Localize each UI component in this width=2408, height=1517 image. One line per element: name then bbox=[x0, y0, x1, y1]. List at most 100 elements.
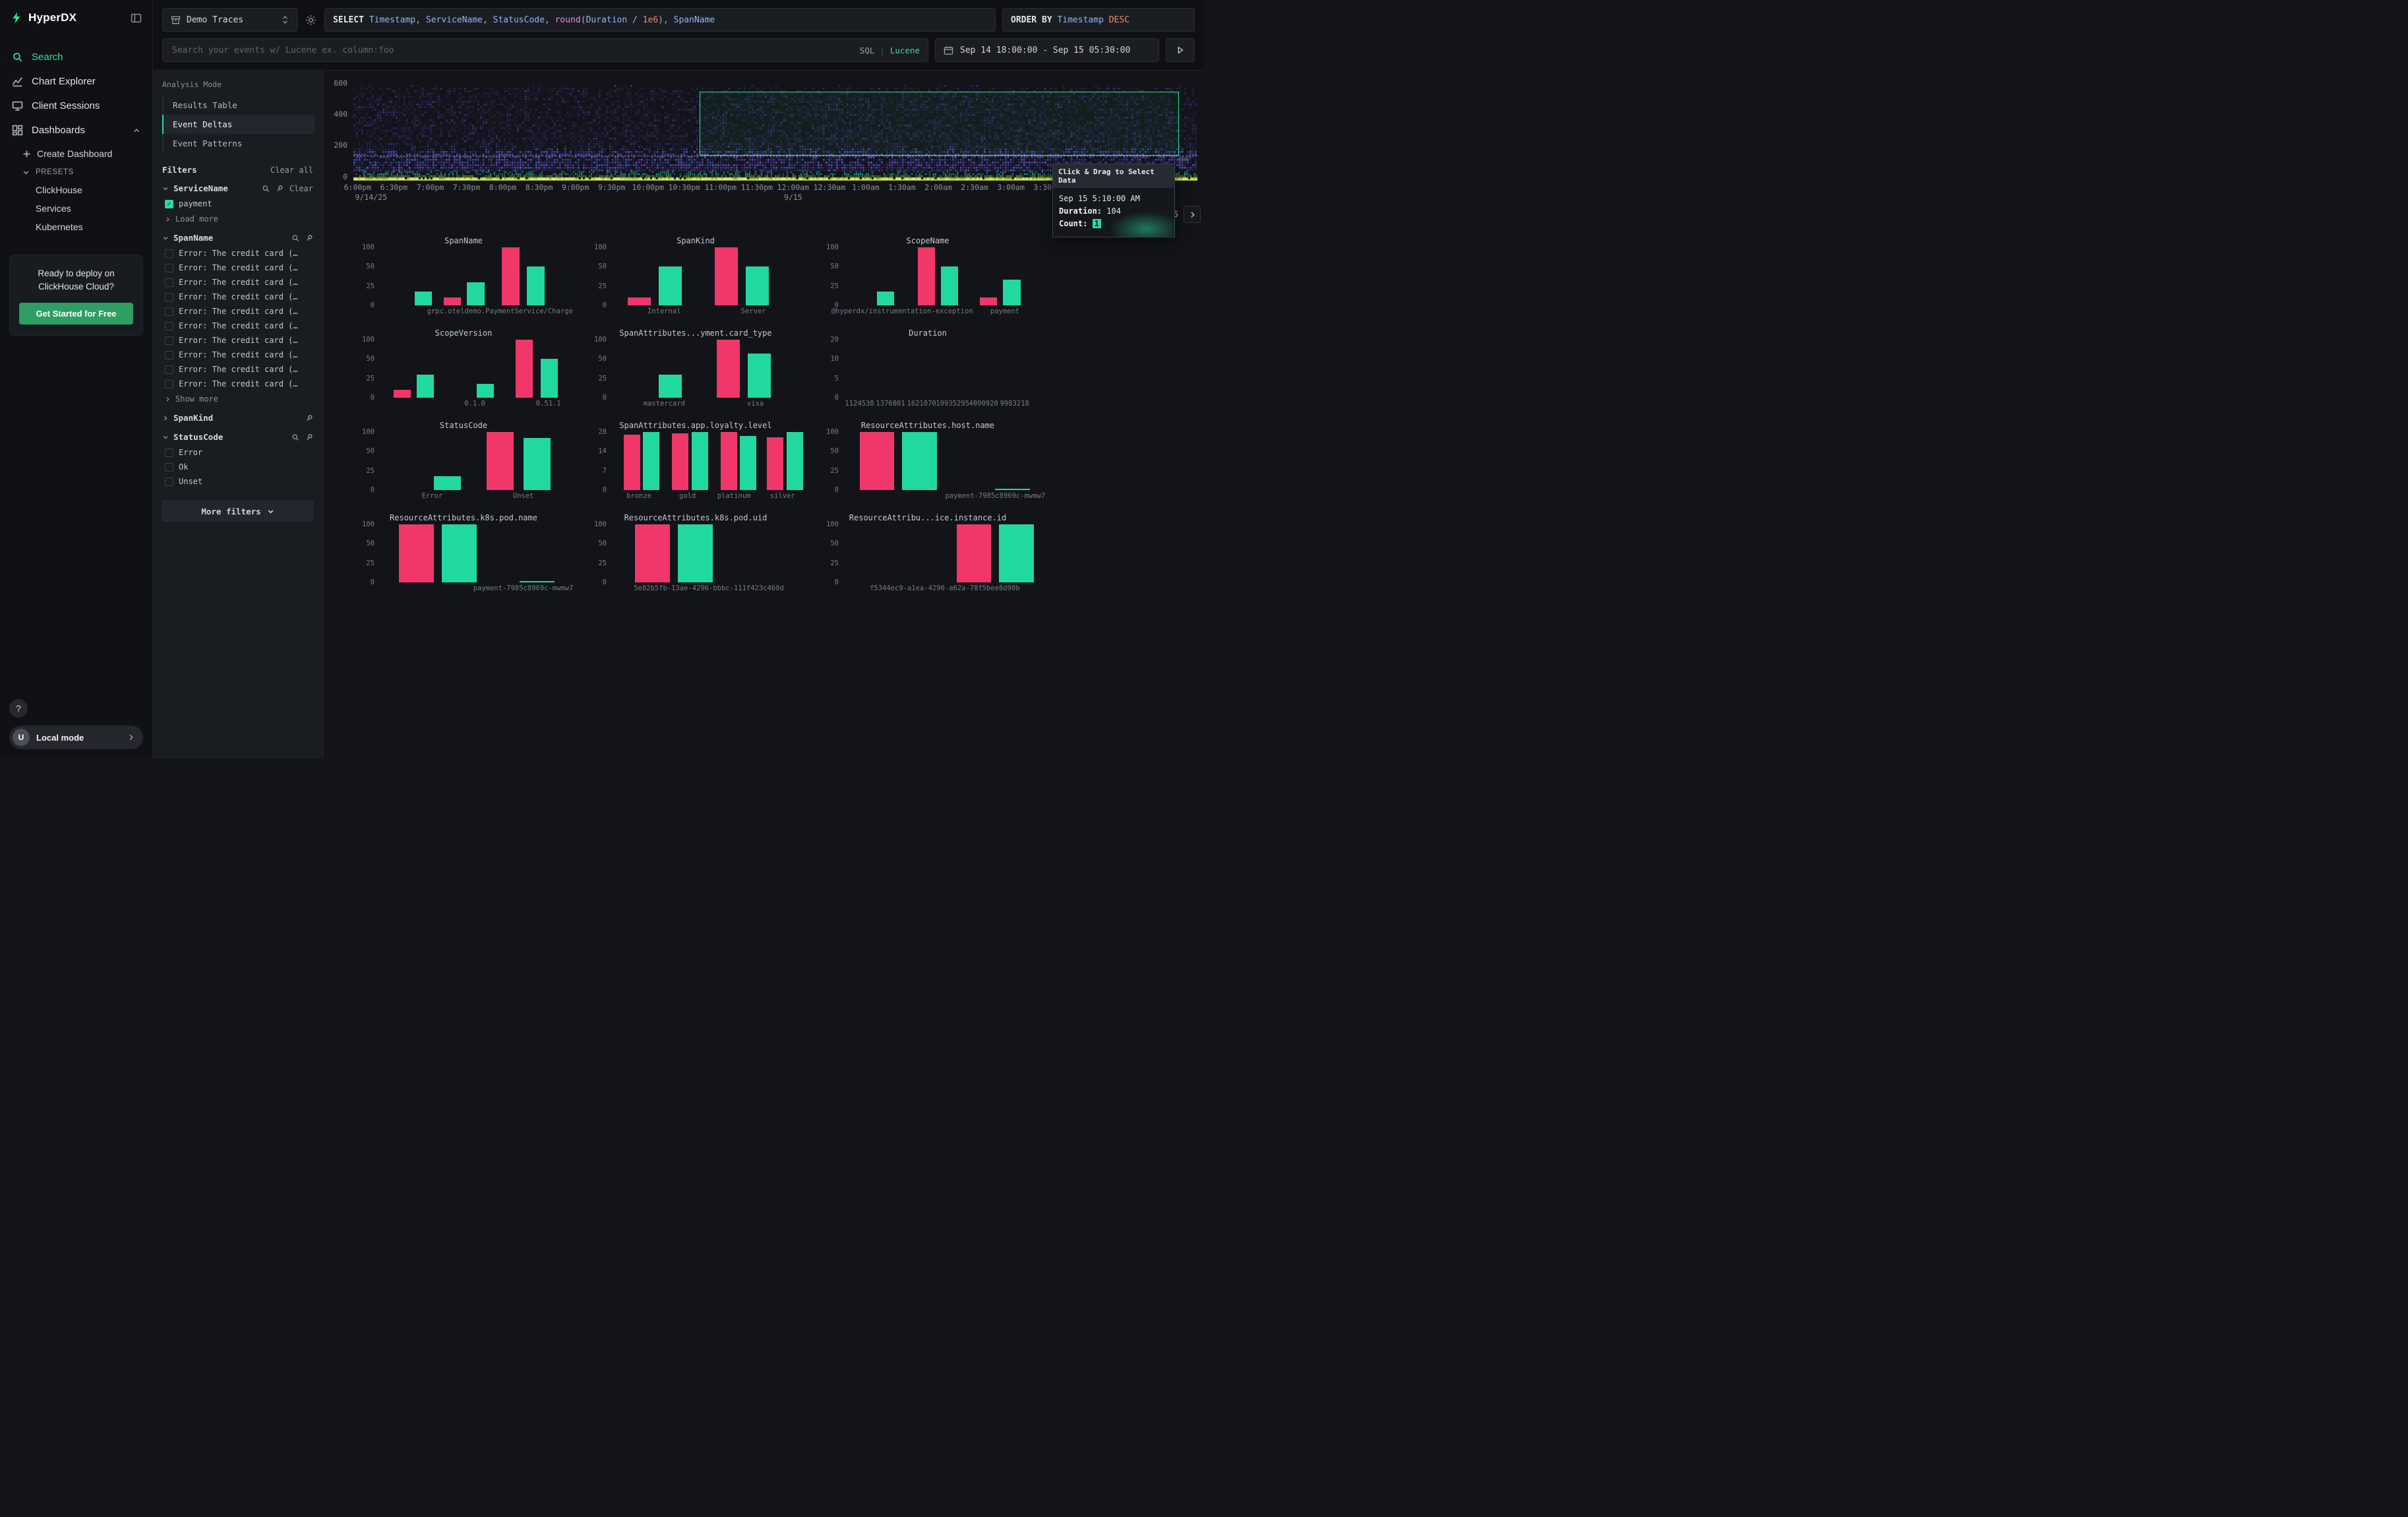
bar[interactable] bbox=[417, 375, 434, 398]
bar[interactable] bbox=[721, 432, 737, 490]
sidebar-item-dashboards[interactable]: Dashboards bbox=[0, 118, 152, 142]
bar[interactable] bbox=[787, 432, 803, 490]
sidebar-item-clickhouse[interactable]: ClickHouse bbox=[16, 181, 152, 199]
filter-option[interactable]: Error bbox=[161, 445, 315, 460]
filter-option[interactable]: Error: The credit card (… bbox=[161, 290, 315, 304]
filter-option[interactable]: Error: The credit card (… bbox=[161, 377, 315, 391]
sidebar-item-kubernetes[interactable]: Kubernetes bbox=[16, 218, 152, 236]
bar[interactable] bbox=[434, 476, 461, 490]
filter-option[interactable]: Error: The credit card (… bbox=[161, 275, 315, 290]
search-icon[interactable] bbox=[291, 234, 299, 242]
bar[interactable] bbox=[717, 340, 740, 398]
sidebar-item-client-sessions[interactable]: Client Sessions bbox=[0, 94, 152, 118]
clear-all-button[interactable]: Clear all bbox=[270, 166, 313, 175]
checkbox[interactable] bbox=[165, 264, 173, 272]
bar[interactable] bbox=[659, 375, 682, 398]
bar[interactable] bbox=[415, 292, 432, 305]
filter-option[interactable]: Error: The credit card (… bbox=[161, 362, 315, 377]
sidebar-item-services[interactable]: Services bbox=[16, 199, 152, 218]
bar[interactable] bbox=[748, 354, 771, 398]
gear-icon[interactable] bbox=[304, 15, 318, 26]
bar[interactable] bbox=[877, 292, 894, 305]
bar[interactable] bbox=[1003, 280, 1020, 305]
checkbox[interactable] bbox=[165, 293, 173, 301]
checkbox[interactable] bbox=[165, 307, 173, 316]
checkbox[interactable] bbox=[165, 478, 173, 486]
bar[interactable] bbox=[628, 297, 651, 305]
filter-option[interactable]: Error: The credit card (… bbox=[161, 333, 315, 348]
bar[interactable] bbox=[624, 435, 640, 490]
bar[interactable] bbox=[941, 266, 958, 305]
tab-event-patterns[interactable]: Event Patterns bbox=[164, 134, 315, 153]
bar[interactable] bbox=[902, 432, 937, 490]
next-page-button[interactable] bbox=[1184, 206, 1201, 223]
checkbox[interactable] bbox=[165, 463, 173, 472]
sidebar-collapse-icon[interactable] bbox=[131, 13, 142, 24]
tab-event-deltas[interactable]: Event Deltas bbox=[162, 115, 315, 134]
bar[interactable] bbox=[467, 282, 484, 305]
bar[interactable] bbox=[516, 340, 533, 398]
lucene-mode-toggle[interactable]: Lucene bbox=[890, 46, 920, 55]
bar[interactable] bbox=[715, 247, 738, 305]
run-query-button[interactable] bbox=[1166, 38, 1195, 62]
pin-icon[interactable] bbox=[305, 433, 313, 441]
filter-option[interactable]: Error: The credit card (… bbox=[161, 319, 315, 333]
checkbox[interactable] bbox=[165, 249, 173, 258]
filter-option[interactable]: Error: The credit card (… bbox=[161, 261, 315, 275]
bar[interactable] bbox=[487, 432, 514, 490]
filter-group-spankind-header[interactable]: SpanKind bbox=[161, 407, 315, 426]
bar[interactable] bbox=[444, 297, 461, 305]
bar[interactable] bbox=[767, 437, 783, 490]
bar[interactable] bbox=[635, 524, 670, 582]
clear-filter-button[interactable]: Clear bbox=[289, 184, 313, 193]
checkbox[interactable] bbox=[165, 380, 173, 388]
bar[interactable] bbox=[659, 266, 682, 305]
sidebar-item-chart-explorer[interactable]: Chart Explorer bbox=[0, 69, 152, 94]
filter-option[interactable]: Unset bbox=[161, 474, 315, 489]
filter-group-servicename-header[interactable]: ServiceName Clear bbox=[161, 177, 315, 197]
bar[interactable] bbox=[643, 432, 659, 490]
bar[interactable] bbox=[740, 436, 756, 490]
filter-option[interactable]: Error: The credit card (… bbox=[161, 246, 315, 261]
checkbox[interactable] bbox=[165, 278, 173, 287]
bar[interactable] bbox=[399, 524, 434, 582]
bar[interactable] bbox=[477, 384, 494, 398]
bar[interactable] bbox=[672, 433, 688, 490]
bar[interactable] bbox=[980, 297, 997, 305]
order-by-input[interactable]: ORDER BY Timestamp DESC bbox=[1002, 8, 1195, 32]
checkbox[interactable] bbox=[165, 336, 173, 345]
get-started-button[interactable]: Get Started for Free bbox=[19, 303, 133, 325]
bar[interactable] bbox=[527, 266, 544, 305]
bar[interactable] bbox=[692, 432, 708, 490]
bar[interactable] bbox=[394, 390, 411, 398]
tab-results-table[interactable]: Results Table bbox=[164, 96, 315, 115]
bar[interactable] bbox=[860, 432, 895, 490]
local-mode-menu[interactable]: U Local mode bbox=[9, 726, 143, 749]
selection-handle[interactable] bbox=[1178, 158, 1188, 161]
filter-group-spanname-header[interactable]: SpanName bbox=[161, 227, 315, 246]
filter-option[interactable]: Error: The credit card (… bbox=[161, 348, 315, 362]
more-filters-button[interactable]: More filters bbox=[162, 501, 313, 522]
bar[interactable] bbox=[524, 438, 551, 490]
sql-mode-toggle[interactable]: SQL bbox=[860, 46, 875, 55]
selection-rectangle[interactable] bbox=[700, 92, 1179, 156]
search-icon[interactable] bbox=[262, 185, 270, 193]
filter-group-statuscode-header[interactable]: StatusCode bbox=[161, 426, 315, 445]
sql-select-input[interactable]: SELECT Timestamp, ServiceName, StatusCod… bbox=[324, 8, 996, 32]
search-icon[interactable] bbox=[291, 433, 299, 441]
bar[interactable] bbox=[746, 266, 769, 305]
bar[interactable] bbox=[678, 524, 713, 582]
pin-icon[interactable] bbox=[305, 234, 313, 242]
checkbox-checked[interactable]: ✓ bbox=[165, 200, 173, 208]
bar[interactable] bbox=[502, 247, 519, 305]
date-range-picker[interactable]: Sep 14 18:00:00 - Sep 15 05:30:00 bbox=[935, 38, 1159, 62]
checkbox[interactable] bbox=[165, 351, 173, 359]
bar[interactable] bbox=[442, 524, 477, 582]
filter-option[interactable]: Error: The credit card (… bbox=[161, 304, 315, 319]
checkbox[interactable] bbox=[165, 365, 173, 374]
search-input[interactable] bbox=[171, 45, 853, 56]
presets-toggle[interactable]: PRESETS bbox=[16, 164, 152, 181]
filter-option[interactable]: Ok bbox=[161, 460, 315, 474]
show-more-button[interactable]: Show more bbox=[161, 391, 315, 407]
bar[interactable] bbox=[918, 247, 935, 305]
